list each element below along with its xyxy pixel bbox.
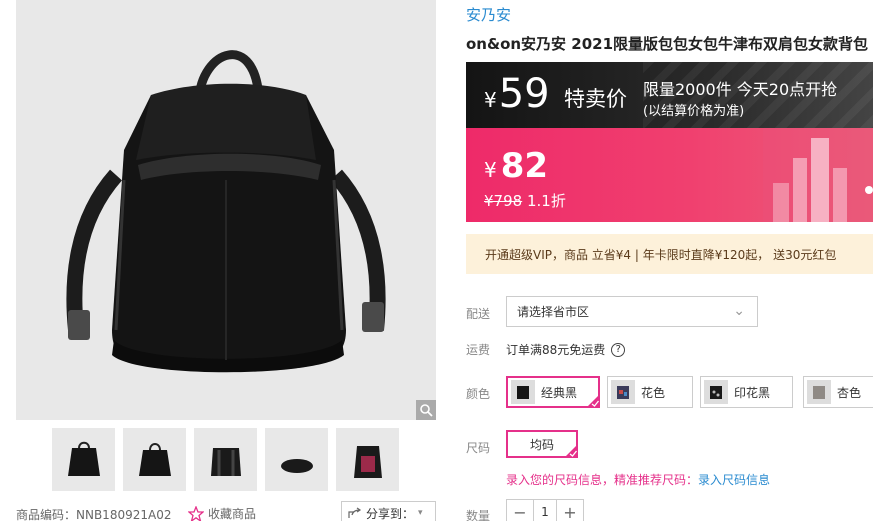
main-product-image[interactable] bbox=[16, 0, 436, 420]
color-option-print-black[interactable]: 印花黑 bbox=[700, 376, 793, 408]
minus-button[interactable]: − bbox=[507, 500, 533, 521]
color-option-label: 花色 bbox=[641, 385, 666, 400]
promo-price-value: 59 bbox=[498, 71, 550, 117]
size-label: 尺码 bbox=[466, 441, 491, 455]
backpack-image bbox=[66, 50, 386, 373]
shipping-text: 订单满88元免运费 bbox=[506, 343, 606, 357]
size-option-one-size[interactable]: 均码 bbox=[506, 430, 578, 458]
quantity-stepper: − 1 + bbox=[506, 499, 584, 521]
carousel-dot[interactable] bbox=[865, 186, 873, 194]
shipping-label: 运费 bbox=[466, 343, 491, 357]
color-option-classic-black[interactable]: 经典黑 bbox=[506, 376, 600, 408]
thumbnail-3[interactable] bbox=[194, 428, 257, 491]
delivery-label: 配送 bbox=[466, 307, 491, 321]
price-currency: ¥ bbox=[484, 158, 497, 182]
quantity-label: 数量 bbox=[466, 509, 491, 521]
discount: 1.1折 bbox=[526, 192, 566, 210]
color-option-floral[interactable]: 花色 bbox=[607, 376, 693, 408]
original-price: ¥798 bbox=[484, 192, 523, 210]
chevron-down-icon: ▾ bbox=[418, 508, 423, 518]
size-hint-text: 录入您的尺码信息，精准推荐尺码： bbox=[506, 473, 699, 487]
color-option-apricot[interactable]: 杏色 bbox=[803, 376, 873, 408]
size-info-link[interactable]: 录入尺码信息 bbox=[698, 473, 770, 487]
price-box: ¥ 82 ¥798 1.1折 bbox=[466, 128, 873, 222]
chevron-down-icon: ⌄ bbox=[733, 303, 745, 319]
shipping-info: 订单满88元免运费 ? bbox=[506, 341, 626, 358]
color-option-label: 经典黑 bbox=[541, 385, 578, 400]
price-value: 82 bbox=[500, 146, 549, 186]
brand-link[interactable]: 安乃安 bbox=[466, 4, 511, 25]
promo-currency: ¥ bbox=[484, 88, 497, 112]
quantity-input[interactable]: 1 bbox=[533, 500, 557, 521]
color-option-label: 杏色 bbox=[837, 385, 862, 400]
help-icon[interactable]: ? bbox=[611, 342, 626, 357]
color-option-label: 印花黑 bbox=[734, 385, 771, 400]
zoom-icon[interactable] bbox=[416, 400, 436, 420]
size-hint: 录入您的尺码信息，精准推荐尺码：录入尺码信息 bbox=[506, 471, 770, 488]
price-decoration bbox=[763, 128, 873, 222]
vip-banner[interactable]: 开通超级VIP，商品 立省¥4 | 年卡限时直降¥120起， 送30元红包 bbox=[466, 234, 873, 274]
promo-tag: 特卖价 bbox=[564, 87, 627, 111]
thumbnail-2[interactable] bbox=[123, 428, 186, 491]
flash-sale-banner: ¥ 59 特卖价 限量2000件 今天20点开抢 (以结算价格为准) bbox=[466, 62, 873, 128]
color-swatch-apricot bbox=[807, 380, 831, 404]
size-option-label: 均码 bbox=[529, 437, 554, 452]
thumbnail-4[interactable] bbox=[265, 428, 328, 491]
share-icon bbox=[348, 507, 362, 518]
star-icon bbox=[188, 505, 204, 521]
thumbnail-strip bbox=[52, 428, 399, 491]
original-price-row: ¥798 1.1折 bbox=[484, 190, 566, 211]
color-label: 颜色 bbox=[466, 387, 491, 401]
promo-note-settle: (以结算价格为准) bbox=[643, 104, 745, 119]
plus-button[interactable]: + bbox=[557, 500, 583, 521]
region-select[interactable]: 请选择省市区 ⌄ bbox=[506, 296, 758, 327]
check-icon bbox=[586, 394, 600, 408]
check-icon bbox=[564, 444, 578, 458]
product-code: 商品编码：NNB180921A02 bbox=[16, 508, 172, 521]
favorite-label: 收藏商品 bbox=[208, 507, 257, 521]
current-price: ¥ 82 bbox=[484, 146, 548, 186]
region-placeholder: 请选择省市区 bbox=[517, 305, 590, 319]
favorite-button[interactable]: 收藏商品 bbox=[188, 505, 256, 521]
product-title: on&on安乃安 2021限量版包包女包牛津布双肩包女款背包 bbox=[466, 35, 869, 53]
thumbnail-5[interactable] bbox=[336, 428, 399, 491]
thumbnail-1[interactable] bbox=[52, 428, 115, 491]
color-swatch-floral bbox=[611, 380, 635, 404]
color-swatch-black bbox=[511, 380, 535, 404]
promo-price: ¥ 59 bbox=[484, 72, 550, 116]
share-button[interactable]: 分享到： ▾ bbox=[341, 501, 436, 521]
promo-note-limit: 限量2000件 今天20点开抢 bbox=[643, 80, 838, 99]
share-label: 分享到： bbox=[366, 506, 415, 521]
color-swatch-print-black bbox=[704, 380, 728, 404]
